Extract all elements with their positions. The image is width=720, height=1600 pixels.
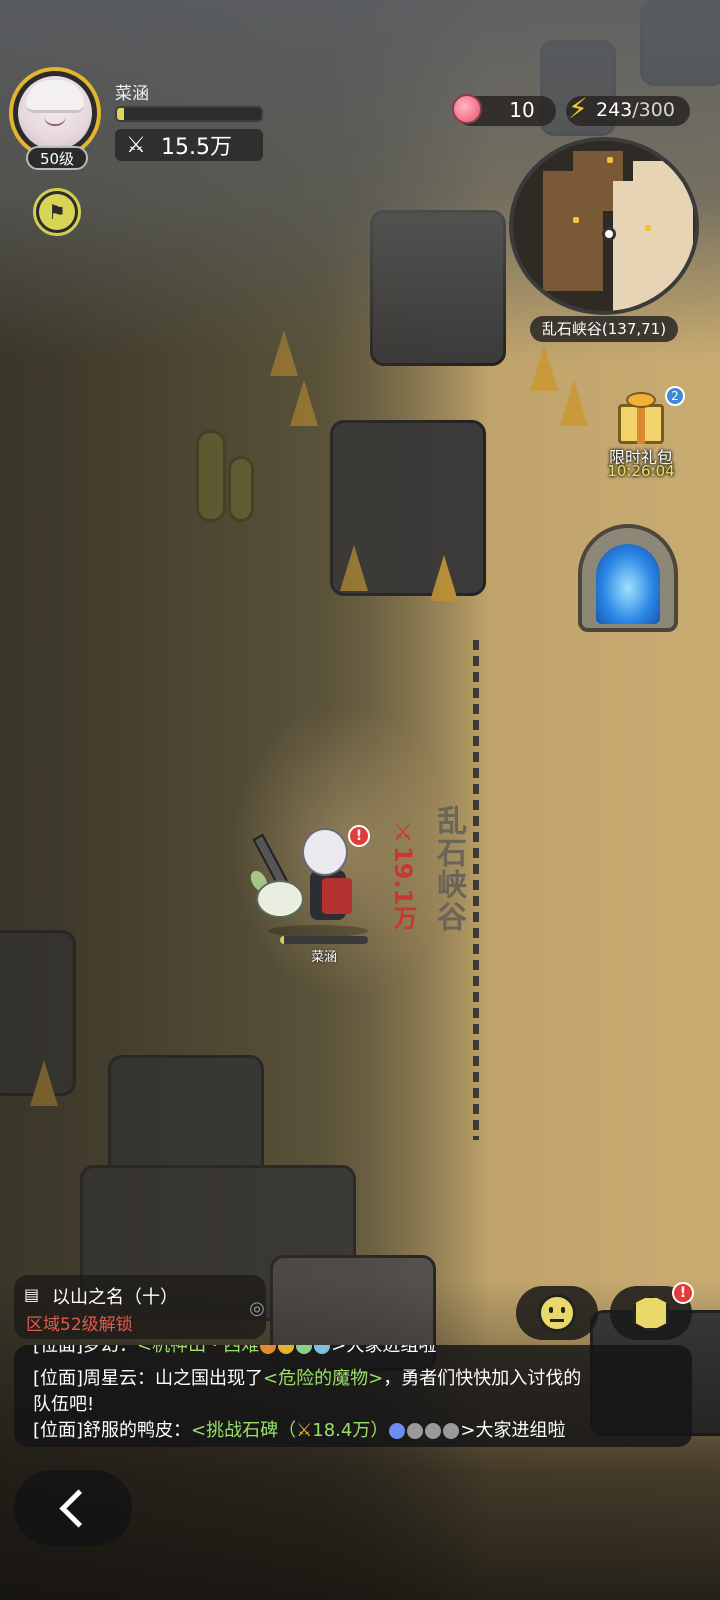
minimap[interactable] [509, 137, 699, 315]
chevron-left-icon [58, 1488, 98, 1528]
quest-requirement: 区域52级解锁 [26, 1315, 133, 1335]
zone-power-requirement: ⚔19.1万 [389, 818, 417, 930]
chat-text: ，勇者们快快加入讨伐的 [383, 1368, 582, 1389]
minimap-terrain [613, 181, 693, 311]
clipboard-icon: ▤ [24, 1285, 40, 1304]
combat-power-value: 15.5万 [161, 135, 232, 160]
chat-link-text: ） [370, 1420, 389, 1441]
element-chip-icon [425, 1423, 442, 1439]
player-position-icon [602, 227, 616, 241]
emoji-face-icon [538, 1294, 576, 1332]
box-alert-icon: ! [672, 1282, 694, 1304]
chat-link[interactable]: <危险的魔物> [263, 1368, 383, 1389]
character-hp-bar [280, 936, 368, 944]
zone-power-value: 19.1万 [389, 846, 417, 930]
chat-panel[interactable]: [位面]梦幻：<机神山 · 西难 >大家进组啦 [位面]周星云：山之国出现了<危险… [14, 1345, 692, 1447]
element-chip-icon [314, 1345, 331, 1354]
character-hp-fill [280, 936, 285, 944]
emoji-button[interactable] [516, 1286, 598, 1340]
map-location-label[interactable]: 乱石峡谷(137,71) [530, 316, 678, 342]
crossed-swords-icon: ⚔ [126, 132, 146, 158]
cube-box-icon [633, 1295, 669, 1331]
chat-message: [位面]梦幻：<机神山 · 西难 >大家进组啦 [33, 1345, 436, 1357]
portal-vortex [596, 544, 660, 624]
peach-resource[interactable]: 10 [452, 94, 556, 126]
chat-message: [位面]周星云：山之国出现了<危险的魔物>，勇者们快快加入讨伐的 [33, 1364, 581, 1390]
chat-message: [位面]舒服的鸭皮：<挑战石碑（⚔18.4万） >大家进组啦 [33, 1416, 565, 1442]
flag-icon: ⚑ [39, 194, 75, 230]
minimap-terrain [633, 161, 683, 201]
element-chip-icon [389, 1423, 406, 1439]
exp-fill [117, 108, 125, 120]
chat-sender: [位面]梦幻： [33, 1345, 138, 1356]
element-chip-icon [260, 1345, 277, 1354]
exp-bar [115, 106, 263, 122]
level-badge: 50级 [26, 146, 88, 170]
energy-value: 243/300 [596, 99, 675, 121]
chat-link-text: <挑战石碑（ [191, 1420, 297, 1441]
portal[interactable] [578, 524, 678, 632]
chat-link[interactable]: <机神山 · 西难 [137, 1345, 259, 1356]
chat-message: 队伍吧! [33, 1390, 94, 1416]
target-icon[interactable]: ◎ [247, 1299, 267, 1319]
gift-ribbon [637, 404, 645, 444]
lightning-bolt-icon: ⚡ [568, 92, 588, 125]
pet-companion[interactable] [256, 880, 304, 918]
quest-title: 以山之名（十） [52, 1287, 178, 1308]
gift-count-badge: 2 [665, 386, 685, 406]
peach-icon [452, 94, 482, 124]
gift-timer: 10:26:04 [607, 462, 675, 480]
chat-link-power: 18.4万 [312, 1420, 371, 1441]
zone-name-label: 乱石峡谷 [431, 805, 466, 933]
element-chip-icon [407, 1423, 424, 1439]
element-chip-icon [296, 1345, 313, 1354]
minimap-marker [607, 157, 613, 163]
minimap-marker [573, 217, 579, 223]
flag-button[interactable]: ⚑ [33, 188, 81, 236]
chat-link[interactable]: <挑战石碑（⚔18.4万） [191, 1420, 388, 1441]
quest-panel[interactable]: ▤ 以山之名（十） 区域52级解锁 ◎ [14, 1275, 266, 1339]
chat-text: [位面]周星云：山之国出现了 [33, 1368, 264, 1389]
zone-boundary-line [473, 640, 479, 1140]
hero-character[interactable] [302, 828, 348, 876]
character-name: 菜涵 [310, 950, 337, 965]
minimap-marker [645, 225, 651, 231]
avatar-portrait [18, 76, 92, 150]
character-alert-icon[interactable]: ! [348, 825, 370, 847]
peach-count: 10 [509, 98, 535, 122]
chat-text: >大家进组啦 [331, 1345, 437, 1356]
energy-current: 243 [596, 99, 633, 121]
back-button[interactable] [14, 1470, 132, 1546]
chat-text: >大家进组啦 [460, 1420, 566, 1441]
chat-sender: [位面]舒服的鸭皮： [33, 1420, 192, 1441]
autumn-tree [560, 380, 588, 426]
chat-text: 队伍吧! [33, 1394, 95, 1415]
hero-cape [322, 878, 352, 914]
combat-power: ⚔ 15.5万 [115, 129, 263, 161]
player-name: 菜涵 [115, 84, 149, 104]
gift-bow [626, 392, 656, 408]
crossed-swords-icon: ⚔ [296, 1420, 313, 1441]
element-chip-icon [443, 1423, 460, 1439]
energy-resource[interactable]: ⚡ 243/300 [566, 92, 690, 126]
element-chip-icon [278, 1345, 295, 1354]
energy-max: /300 [632, 99, 675, 121]
